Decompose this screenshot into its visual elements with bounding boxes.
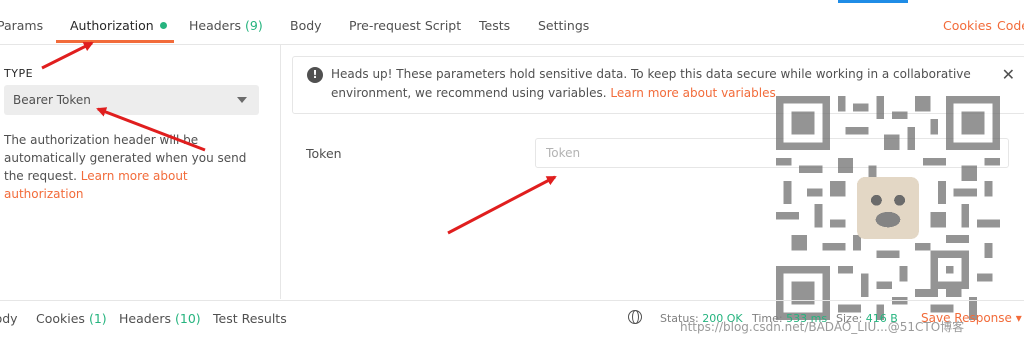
tab-headers[interactable]: Headers (9)	[189, 18, 263, 33]
response-tab-headers-count: (10)	[175, 311, 201, 326]
info-icon: !	[307, 67, 323, 83]
code-link[interactable]: Code	[997, 18, 1024, 33]
request-tabs: Params Authorization Headers (9) Body Pr…	[0, 0, 1024, 45]
globe-icon[interactable]	[628, 310, 642, 324]
pug-avatar-icon	[857, 177, 919, 239]
tab-tests[interactable]: Tests	[479, 18, 510, 33]
close-icon[interactable]: ✕	[1002, 65, 1015, 84]
caret-down-icon	[237, 97, 247, 103]
active-dot-icon	[159, 22, 167, 29]
response-tab-test-results[interactable]: Test Results	[213, 311, 287, 326]
response-tab-cookies-count: (1)	[88, 311, 107, 326]
send-button-edge[interactable]	[838, 0, 908, 3]
tab-headers-label: Headers	[189, 18, 242, 33]
tab-prerequest-script[interactable]: Pre-request Script	[349, 18, 461, 33]
response-tab-headers-label: Headers	[119, 311, 172, 326]
tab-authorization-label: Authorization	[70, 18, 154, 33]
active-tab-underline	[56, 40, 174, 43]
learn-more-variables-link[interactable]: Learn more about variables	[610, 86, 775, 100]
response-tab-headers[interactable]: Headers (10)	[119, 311, 201, 326]
response-tab-body[interactable]: Body	[0, 311, 18, 326]
auth-type-select[interactable]: Bearer Token	[4, 85, 259, 115]
cookies-link[interactable]: Cookies	[943, 18, 992, 33]
tab-settings[interactable]: Settings	[538, 18, 589, 33]
token-label: Token	[306, 146, 342, 161]
type-label: TYPE	[4, 67, 34, 80]
tab-authorization[interactable]: Authorization	[70, 18, 167, 33]
blog-watermark: https://blog.csdn.net/BADAO_LIU...@51CTO…	[680, 320, 965, 334]
arrow-to-token-input	[447, 175, 557, 235]
tab-params[interactable]: Params	[0, 18, 43, 33]
response-tab-cookies-label: Cookies	[36, 311, 85, 326]
auth-type-value: Bearer Token	[13, 93, 91, 107]
qr-code-overlay	[776, 96, 1000, 320]
tab-body[interactable]: Body	[290, 18, 322, 33]
auth-type-panel: TYPE Bearer Token The authorization head…	[0, 45, 281, 299]
tab-headers-count: (9)	[245, 18, 263, 33]
auth-help-text: The authorization header will be automat…	[4, 131, 266, 203]
response-tab-cookies[interactable]: Cookies (1)	[36, 311, 107, 326]
